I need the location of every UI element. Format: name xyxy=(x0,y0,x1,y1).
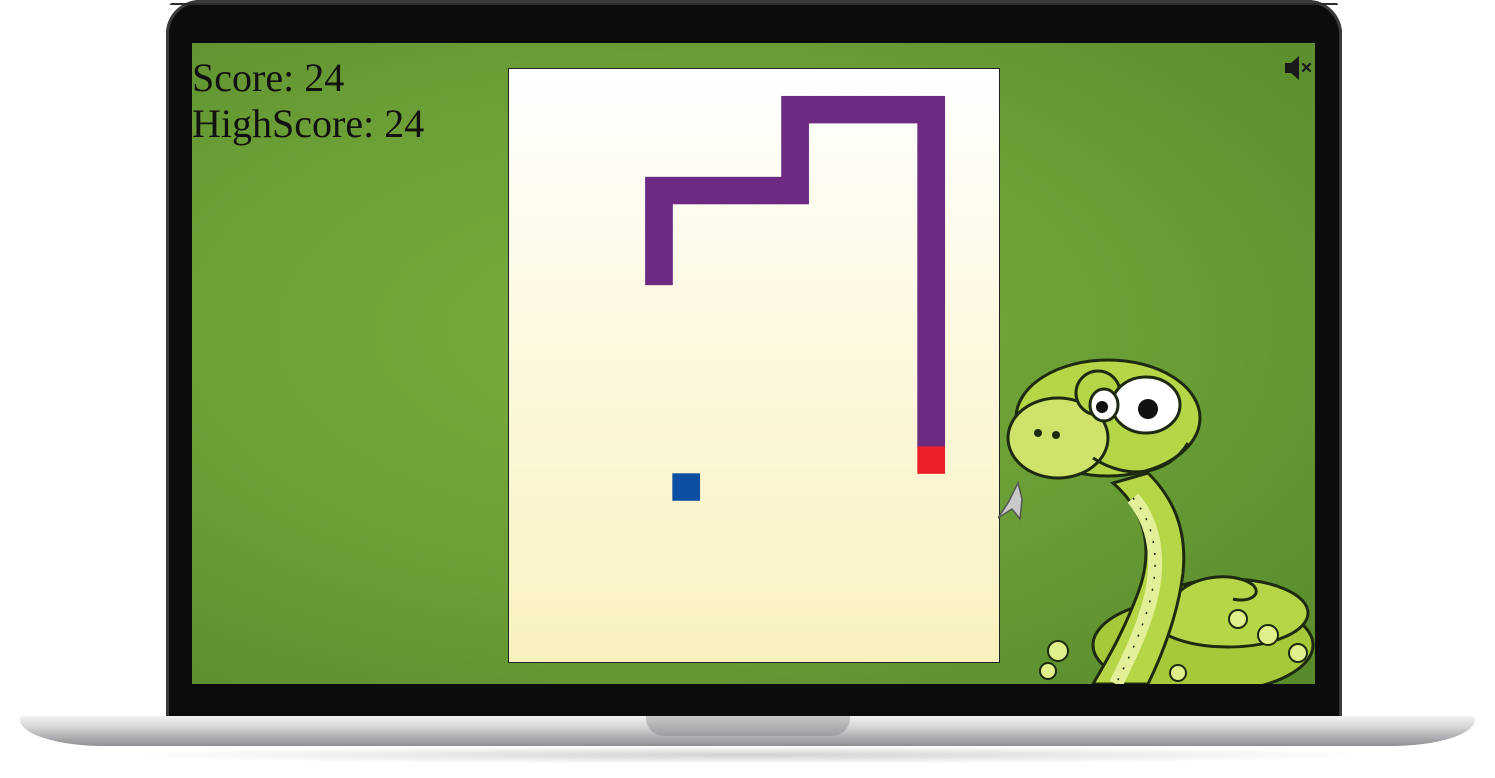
board-canvas xyxy=(645,95,946,501)
snake-segment xyxy=(862,95,891,124)
snake-segment xyxy=(917,122,946,151)
snake-segment xyxy=(917,230,946,259)
snake-segment xyxy=(726,176,755,205)
snake-segment xyxy=(645,176,673,205)
score-label: Score: 24 xyxy=(192,55,345,100)
highscore-label: HighScore: 24 xyxy=(192,101,425,146)
snake-segment xyxy=(781,176,809,205)
snake-segment xyxy=(917,257,946,286)
laptop-mockup: Score: 24 HighScore: 24 xyxy=(0,0,1495,778)
snake-segment xyxy=(835,95,864,124)
snake-segment xyxy=(808,95,837,124)
snake-segment xyxy=(917,176,946,205)
snake-segment xyxy=(781,95,809,124)
speaker-muted-icon xyxy=(1285,56,1312,80)
snake-segment xyxy=(645,230,673,259)
snake-mascot-illustration xyxy=(998,358,1315,684)
snake-segment xyxy=(699,176,728,205)
snake-segment xyxy=(917,419,946,447)
snake-segment xyxy=(917,311,946,340)
food-pellet xyxy=(672,473,701,501)
snake-segment xyxy=(917,392,946,420)
snake-segment xyxy=(672,176,701,205)
snake-segment xyxy=(917,149,946,178)
snake-segment xyxy=(917,365,946,393)
snake-segment xyxy=(917,338,946,366)
snake-segment xyxy=(781,122,809,151)
laptop-notch xyxy=(646,716,850,736)
snake-segment xyxy=(917,284,946,313)
snake-segment xyxy=(917,203,946,232)
score-panel: Score: 24 HighScore: 24 xyxy=(192,55,424,147)
mute-button[interactable] xyxy=(1281,53,1315,83)
snake-segment xyxy=(645,257,673,286)
snake-segment xyxy=(781,149,809,178)
snake-segment xyxy=(890,95,918,124)
game-screen: Score: 24 HighScore: 24 xyxy=(192,43,1315,684)
laptop-shadow xyxy=(120,746,1375,764)
snake-segment xyxy=(917,95,946,124)
snake-head xyxy=(917,446,946,474)
game-board[interactable] xyxy=(508,68,1000,663)
snake-segment xyxy=(645,203,673,232)
snake-segment xyxy=(754,176,782,205)
